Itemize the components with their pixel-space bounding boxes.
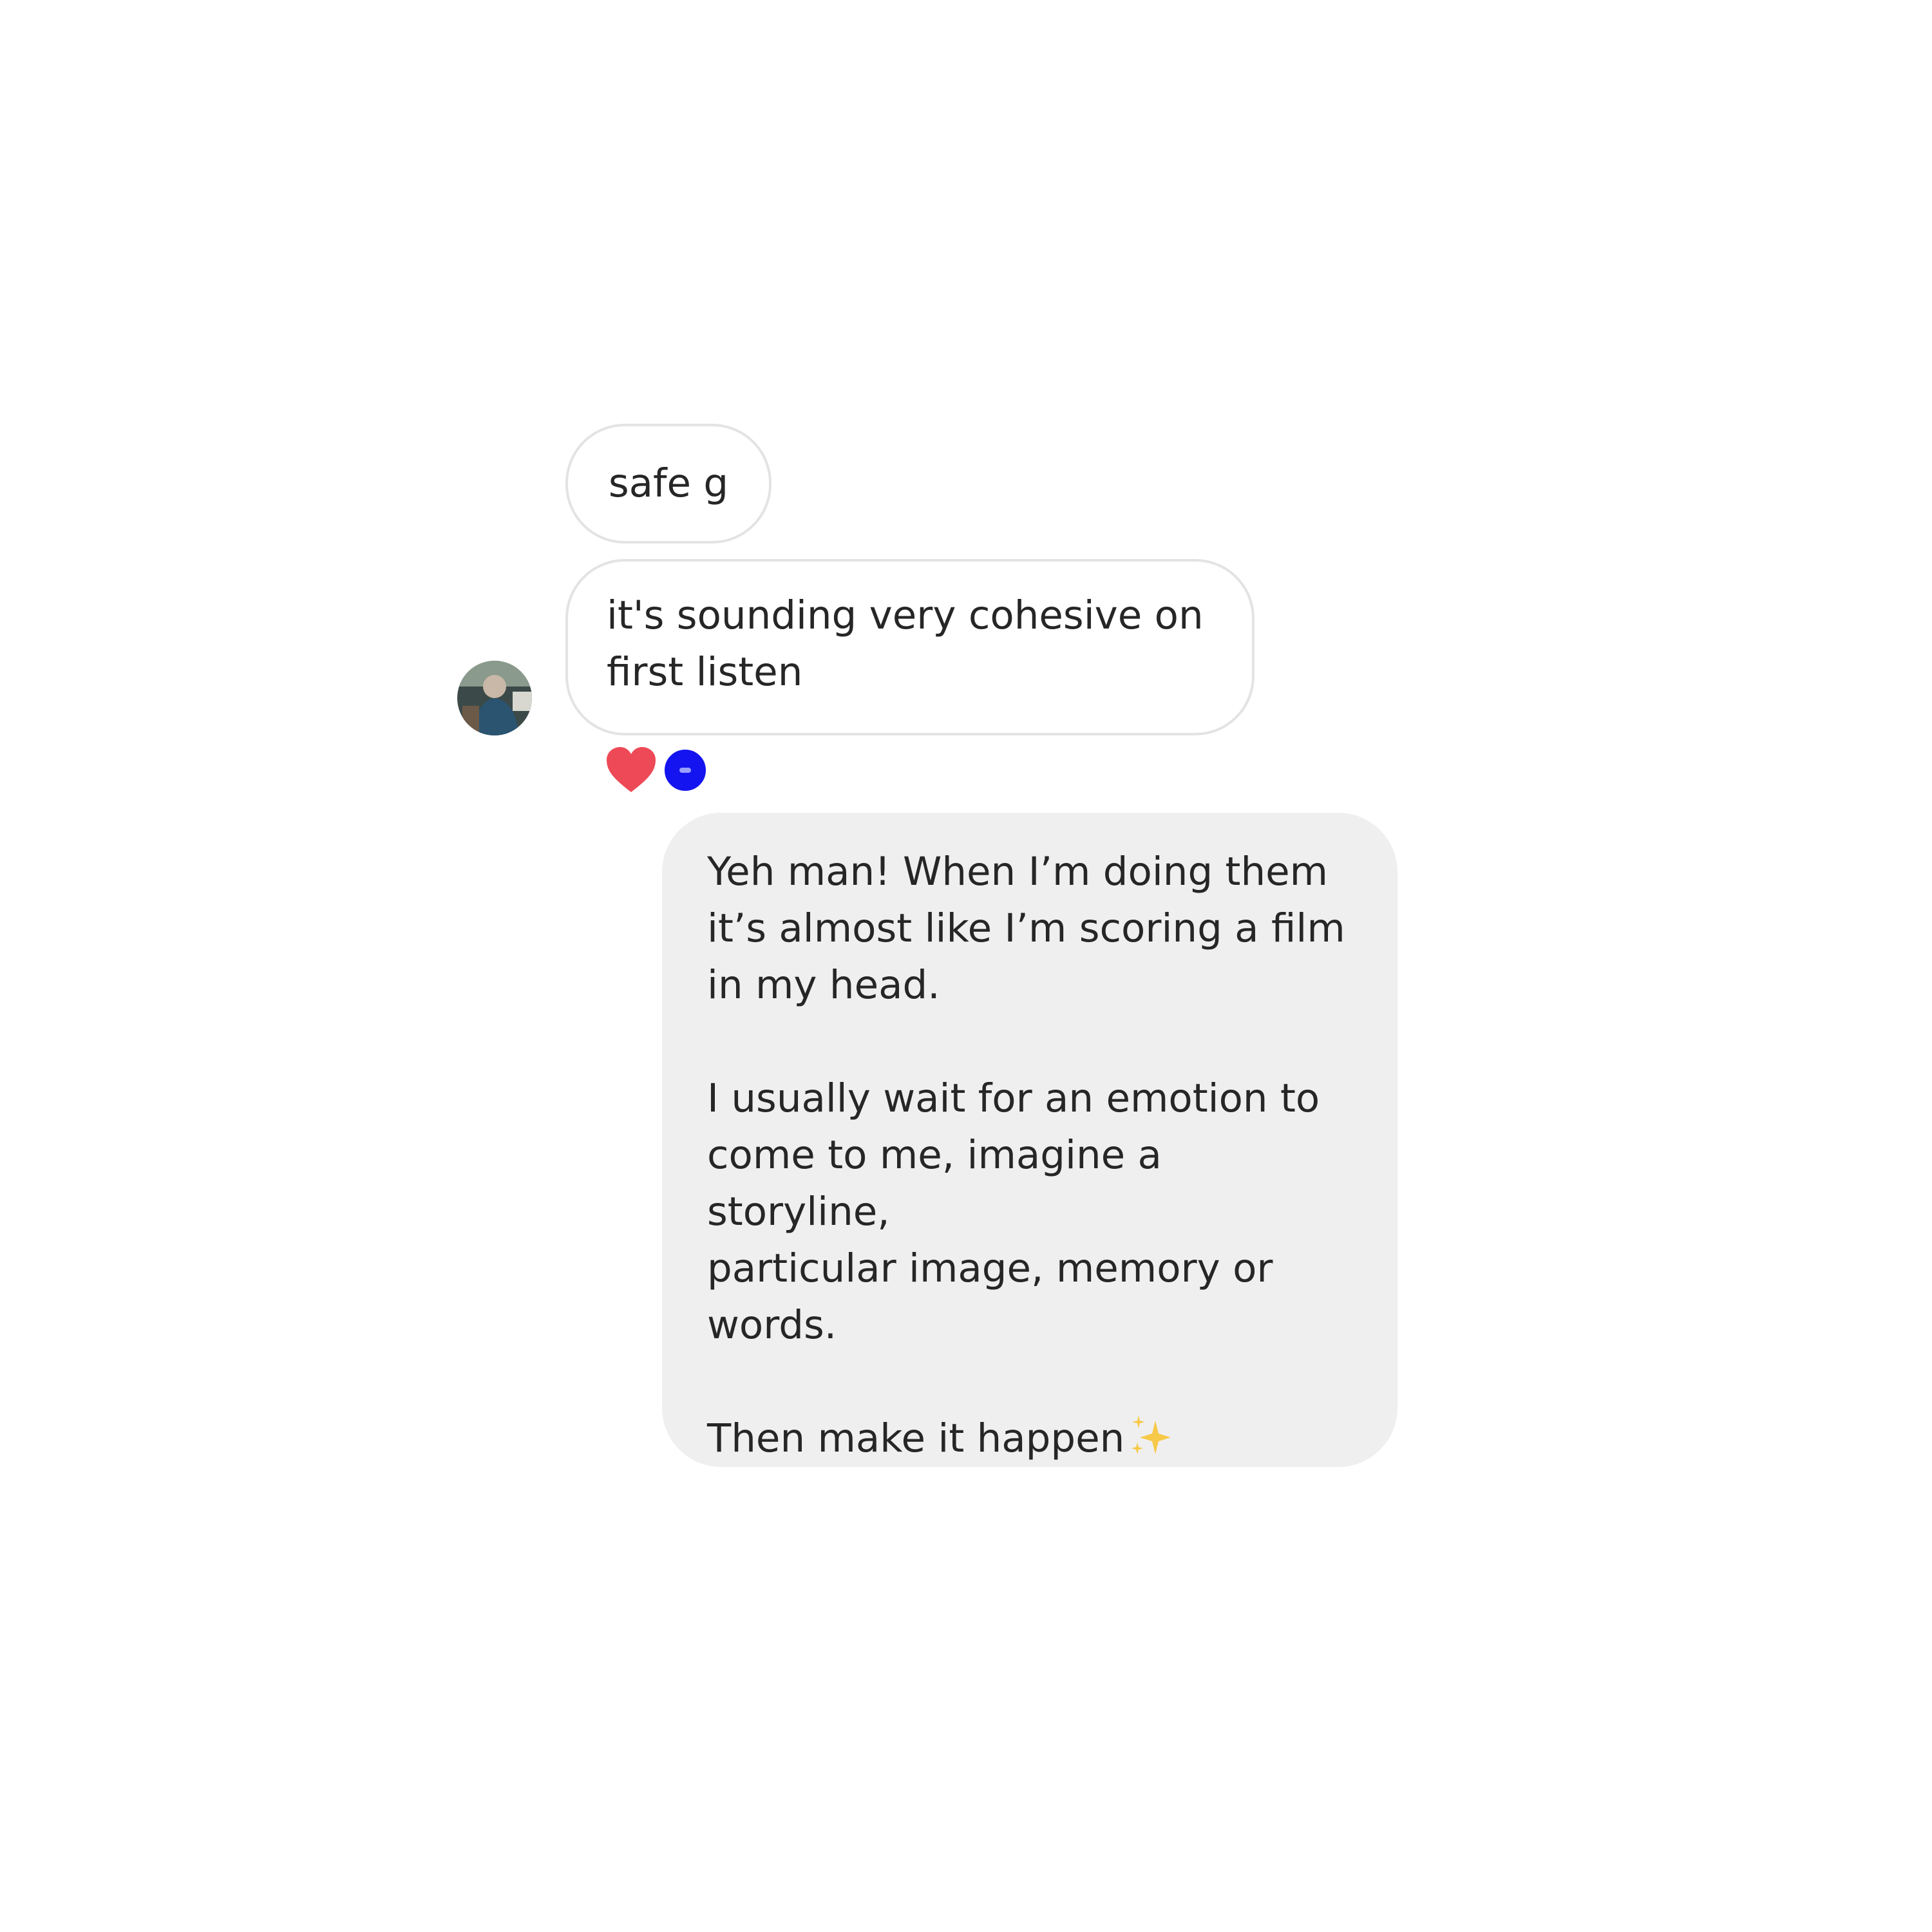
message-text: safe g — [608, 460, 729, 506]
message-paragraph: Yeh man! When I’m doing them it’s almost… — [707, 849, 1345, 1008]
sent-message-bubble[interactable]: Yeh man! When I’m doing them it’s almost… — [662, 813, 1397, 1467]
avatar-photo-icon — [457, 661, 532, 735]
message-paragraph-text: Then make it happen — [707, 1416, 1125, 1461]
sparkles-icon — [1132, 1416, 1171, 1454]
message-reactions[interactable] — [605, 746, 721, 795]
received-message-bubble[interactable]: safe g — [565, 424, 772, 544]
message-text: it's sounding very cohesive on first lis… — [607, 592, 1204, 695]
heart-icon — [607, 747, 656, 792]
reaction-user-avatar — [662, 747, 708, 793]
message-paragraph-last: Then make it happen — [707, 1410, 1352, 1467]
received-message-bubble[interactable]: it's sounding very cohesive on first lis… — [565, 559, 1255, 735]
message-paragraph: I usually wait for an emotion to come to… — [707, 1075, 1320, 1348]
avatar-glyph-icon — [679, 768, 691, 773]
avatar[interactable] — [457, 661, 532, 735]
